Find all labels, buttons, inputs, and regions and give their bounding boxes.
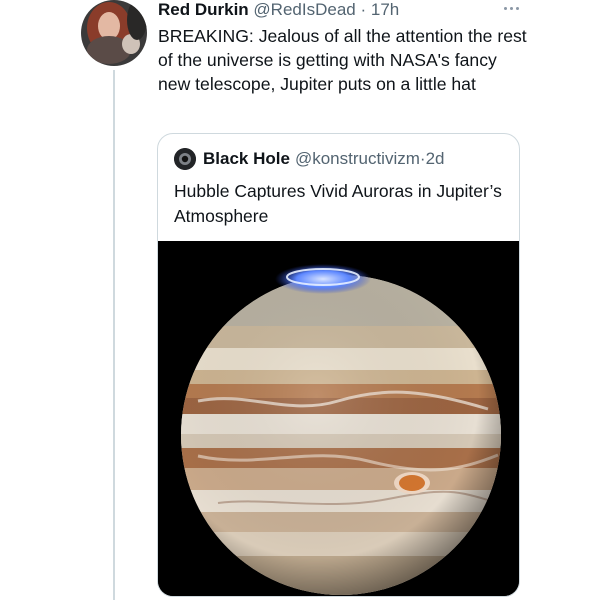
quoted-tweet-card[interactable]: Black Hole @konstructivizm · 2d Hubble C… bbox=[157, 133, 520, 597]
quoted-author-name: Black Hole bbox=[203, 149, 290, 168]
author-avatar[interactable] bbox=[81, 0, 147, 66]
dot-separator: · bbox=[360, 0, 367, 19]
more-options-icon[interactable] bbox=[499, 0, 523, 16]
quoted-tweet-time: 2d bbox=[425, 149, 445, 168]
author-name[interactable]: Red Durkin bbox=[158, 0, 249, 19]
quoted-author-avatar bbox=[174, 148, 196, 170]
quoted-tweet-header: Black Hole @konstructivizm · 2d bbox=[174, 147, 444, 171]
tweet-text: BREAKING: Jealous of all the attention t… bbox=[158, 26, 527, 94]
quoted-author-handle: @konstructivizm bbox=[294, 149, 420, 168]
author-handle[interactable]: @RedIsDead bbox=[253, 0, 355, 19]
tweet-header: Red Durkin @RedIsDead · 17h bbox=[158, 0, 399, 20]
thread-connector-line bbox=[113, 70, 115, 600]
jupiter-aurora-image[interactable] bbox=[158, 241, 519, 596]
quoted-tweet-text: Hubble Captures Vivid Auroras in Jupiter… bbox=[174, 181, 502, 226]
tweet-time[interactable]: 17h bbox=[371, 0, 399, 19]
